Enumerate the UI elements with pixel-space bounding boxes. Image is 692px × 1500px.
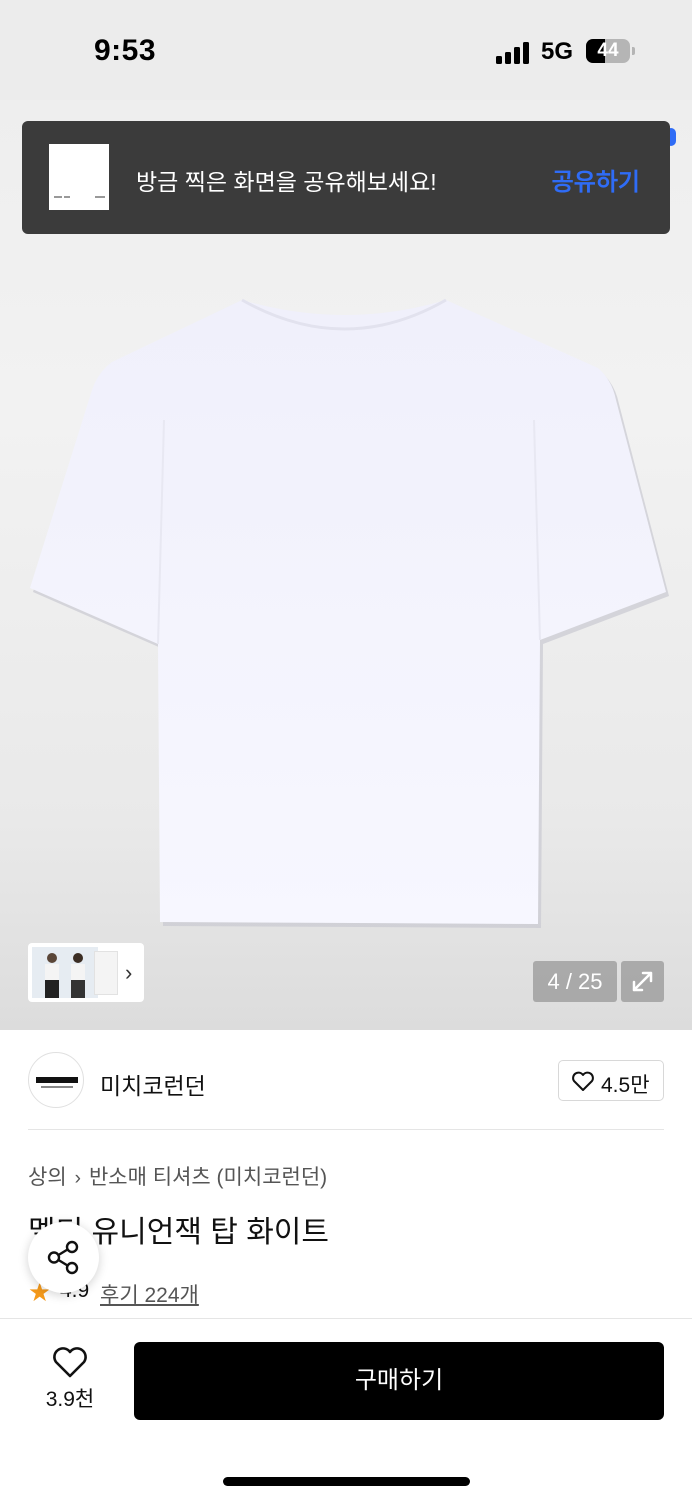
brand-row: 미치코런던 4.5만	[28, 1052, 664, 1130]
share-button[interactable]	[28, 1222, 99, 1293]
signal-icon	[496, 40, 532, 64]
home-indicator	[223, 1477, 470, 1486]
chevron-right-icon[interactable]: ›	[125, 960, 132, 986]
breadcrumb: 상의 › 반소매 티셔츠 (미치코런던)	[28, 1161, 327, 1191]
toast-share-button[interactable]: 공유하기	[552, 162, 640, 197]
brand-like-button[interactable]: 4.5만	[558, 1060, 664, 1101]
network-type: 5G	[541, 38, 574, 65]
image-counter: 4 / 25	[533, 961, 617, 1002]
brand-name[interactable]: 미치코런던	[100, 1067, 206, 1101]
wish-count: 3.9천	[45, 1388, 95, 1411]
bottom-action-bar: 3.9천 구매하기	[0, 1318, 692, 1500]
toast-message: 방금 찍은 화면을 공유해보세요!	[136, 169, 437, 195]
chevron-right-icon: ›	[74, 1168, 81, 1189]
brand-logo[interactable]	[28, 1052, 84, 1108]
thumbnail-secondary	[94, 951, 118, 995]
battery-icon: 44	[586, 39, 630, 63]
screenshot-share-toast: 방금 찍은 화면을 공유해보세요! 공유하기	[22, 121, 670, 234]
heart-icon	[572, 1071, 594, 1091]
status-time: 9:53	[94, 34, 157, 67]
expand-icon[interactable]	[621, 961, 664, 1002]
breadcrumb-subcategory[interactable]: 반소매 티셔츠 (미치코런던)	[89, 1166, 327, 1189]
thumbnail-models	[32, 947, 98, 998]
battery-level: 44	[597, 40, 619, 61]
share-icon	[47, 1240, 79, 1275]
image-thumbnail-strip[interactable]: ›	[28, 943, 144, 1002]
screenshot-thumbnail[interactable]	[49, 144, 109, 210]
reviews-link[interactable]: 후기 224개	[100, 1279, 199, 1309]
breadcrumb-category[interactable]: 상의	[28, 1166, 67, 1189]
buy-button[interactable]: 구매하기	[134, 1342, 664, 1420]
status-bar: 9:53 5G 44	[0, 0, 692, 100]
heart-icon[interactable]	[51, 1345, 89, 1379]
battery-tip	[632, 47, 635, 55]
brand-like-count: 4.5만	[601, 1074, 650, 1097]
